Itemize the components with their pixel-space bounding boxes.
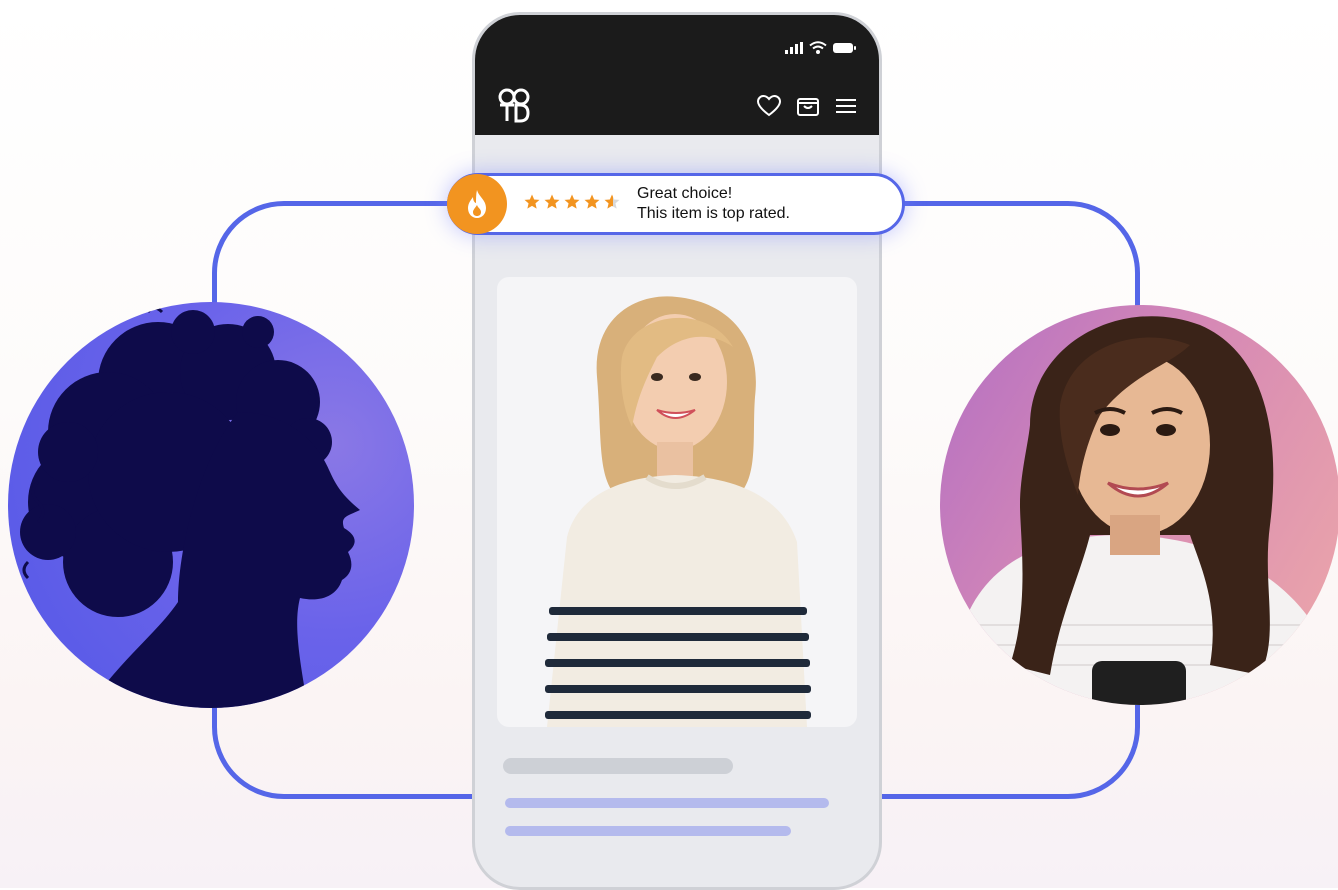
- flame-icon: [447, 174, 507, 234]
- rating-message: Great choice! This item is top rated.: [637, 184, 790, 224]
- product-image-card[interactable]: [497, 277, 857, 727]
- skeleton-line: [505, 826, 791, 836]
- battery-icon: [833, 41, 857, 59]
- wifi-icon: [809, 41, 827, 59]
- app-header: [475, 15, 879, 135]
- star-icon: [583, 193, 601, 216]
- status-bar: [785, 41, 857, 59]
- hero-scene: Great choice! This item is top rated.: [0, 0, 1338, 890]
- shopping-bag-icon[interactable]: [797, 96, 819, 116]
- woman-portrait-illustration: [940, 316, 1338, 705]
- brand-logo[interactable]: [497, 87, 531, 123]
- star-icon: [523, 193, 541, 216]
- header-actions: [757, 95, 857, 117]
- hamburger-menu-icon[interactable]: [835, 97, 857, 115]
- product-model-image: [545, 296, 811, 727]
- star-rating: [523, 193, 621, 216]
- heart-icon[interactable]: [757, 95, 781, 117]
- phone-mockup: [472, 12, 882, 890]
- rating-subtext: This item is top rated.: [637, 205, 790, 222]
- star-icon: [543, 193, 561, 216]
- skeleton-title-bar: [503, 758, 733, 774]
- top-rated-banner: Great choice! This item is top rated.: [447, 173, 905, 235]
- star-icon: [563, 193, 581, 216]
- signal-icon: [785, 41, 803, 59]
- avatar-anonymous-shopper: [8, 302, 414, 708]
- avatar-happy-shopper: [940, 305, 1338, 705]
- star-half-icon: [603, 193, 621, 216]
- skeleton-line: [505, 798, 829, 808]
- rating-headline: Great choice!: [637, 185, 733, 202]
- silhouette-illustration: [20, 306, 360, 708]
